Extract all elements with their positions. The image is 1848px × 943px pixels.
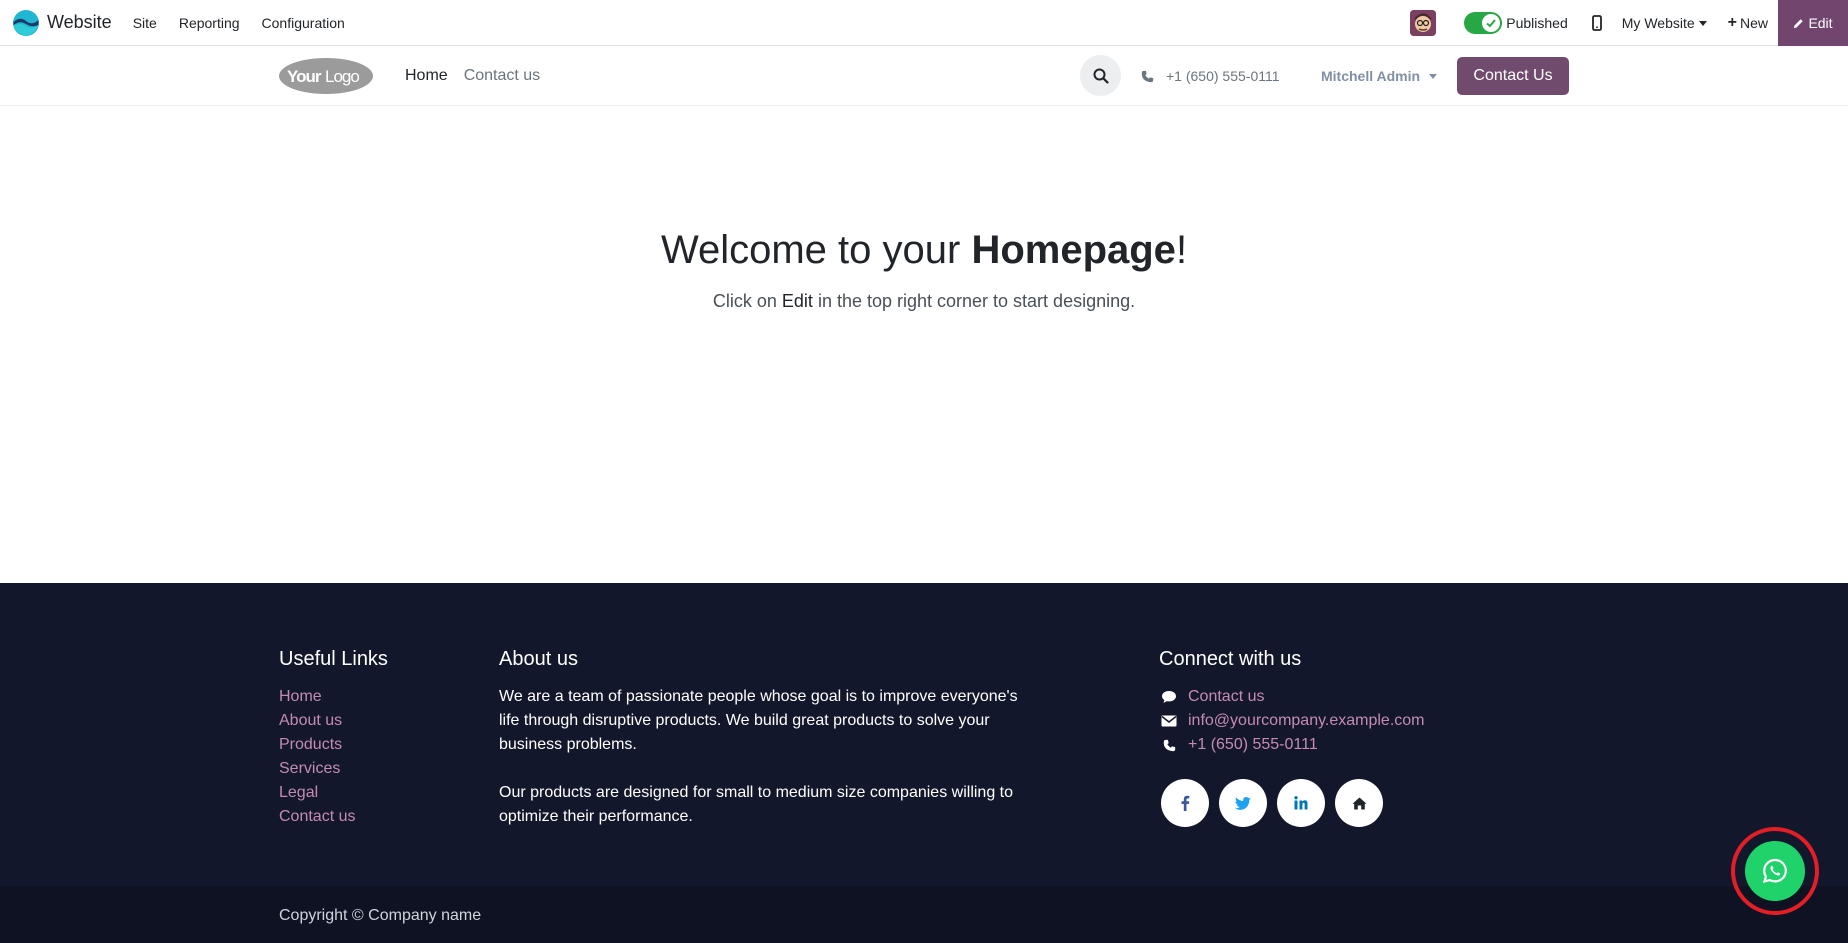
- connect-title: Connect with us: [1159, 648, 1302, 670]
- linkedin-icon: [1294, 796, 1308, 810]
- published-label: Published: [1506, 15, 1568, 31]
- useful-links-title: Useful Links: [279, 648, 388, 670]
- plus-icon: +: [1727, 14, 1737, 31]
- footer-email[interactable]: info@yourcompany.example.com: [1159, 709, 1425, 733]
- app-brand[interactable]: Website: [12, 9, 122, 37]
- admin-menu: Site Reporting Configuration: [122, 0, 356, 46]
- contact-us-button[interactable]: Contact Us: [1457, 57, 1569, 95]
- page-subtitle: Click on Edit in the top right corner to…: [0, 291, 1848, 312]
- edit-label: Edit: [1808, 15, 1833, 31]
- title-prefix: Welcome to your: [660, 228, 972, 272]
- svg-text:Logo: Logo: [325, 67, 359, 86]
- admin-right-tools: Published My Website + New Edit: [1410, 0, 1848, 46]
- sub-prefix: Click on: [712, 291, 782, 311]
- app-name: Website: [47, 12, 112, 32]
- about-paragraph: Our products are designed for small to m…: [499, 784, 1014, 825]
- new-content-button[interactable]: + New: [1728, 14, 1768, 32]
- menu-configuration[interactable]: Configuration: [251, 0, 356, 46]
- site-logo[interactable]: Your Logo: [278, 56, 375, 96]
- edit-button[interactable]: Edit: [1778, 0, 1848, 46]
- user-name: Mitchell Admin: [1321, 68, 1421, 84]
- your-logo-image: Your Logo: [279, 58, 373, 94]
- new-label: New: [1739, 15, 1768, 31]
- whatsapp-highlight-ring: [1731, 827, 1819, 915]
- footer-email-text: info@yourcompany.example.com: [1188, 712, 1425, 729]
- avatar-face-icon: [1410, 10, 1437, 36]
- title-suffix: !: [1175, 228, 1188, 272]
- header-phone[interactable]: +1 (650) 555-0111: [1141, 46, 1280, 106]
- about-title: About us: [499, 648, 578, 670]
- envelope-icon: [1159, 715, 1179, 727]
- check-icon: [1486, 19, 1497, 28]
- main-nav: Home Contact us: [405, 46, 556, 106]
- sub-edit-word: Edit: [781, 291, 813, 311]
- whatsapp-button[interactable]: [1745, 841, 1805, 901]
- mobile-preview-button[interactable]: [1588, 15, 1606, 31]
- phone-icon: [1141, 70, 1154, 82]
- search-icon: [1093, 68, 1109, 84]
- comment-icon: [1159, 690, 1179, 704]
- social-links: [1161, 779, 1425, 827]
- footer-link-contact-us[interactable]: Contact us: [279, 805, 388, 829]
- site-footer: Useful Links Home About us Products Serv…: [0, 583, 1848, 886]
- odoo-admin-bar: Website Site Reporting Configuration Pub…: [0, 0, 1848, 46]
- footer-link-services[interactable]: Services: [279, 757, 388, 781]
- facebook-icon: [1181, 795, 1190, 811]
- publish-toggle[interactable]: Published: [1464, 12, 1568, 34]
- home-icon: [1352, 797, 1366, 809]
- title-bold: Homepage: [971, 228, 1176, 272]
- svg-text:Your: Your: [287, 67, 322, 86]
- twitter-button[interactable]: [1219, 779, 1267, 827]
- footer-useful-links: Useful Links Home About us Products Serv…: [279, 583, 388, 829]
- nav-contact-us[interactable]: Contact us: [464, 67, 540, 85]
- footer-phone-text: +1 (650) 555-0111: [1188, 736, 1318, 753]
- footer-contact-us[interactable]: Contact us: [1159, 685, 1425, 709]
- website-switcher-label: My Website: [1621, 15, 1695, 31]
- linkedin-button[interactable]: [1277, 779, 1325, 827]
- footer-link-home[interactable]: Home: [279, 685, 388, 709]
- footer-contact-us-text: Contact us: [1188, 688, 1265, 705]
- footer-link-legal[interactable]: Legal: [279, 781, 388, 805]
- page-title: Welcome to your Homepage!: [0, 228, 1848, 273]
- chevron-down-icon: [1429, 73, 1438, 79]
- nav-home[interactable]: Home: [405, 67, 448, 85]
- publish-switch[interactable]: [1464, 12, 1503, 34]
- pencil-icon: [1794, 18, 1804, 28]
- menu-site[interactable]: Site: [122, 0, 168, 46]
- sub-suffix: in the top right corner to start designi…: [812, 291, 1136, 311]
- copyright-bar: Copyright © Company name: [0, 886, 1848, 943]
- switch-knob: [1482, 14, 1501, 32]
- about-paragraph: We are a team of passionate people whose…: [499, 688, 1018, 753]
- website-header: Your Logo Home Contact us +1 (650) 555-0…: [0, 46, 1848, 106]
- footer-link-about-us[interactable]: About us: [279, 709, 388, 733]
- home-button[interactable]: [1335, 779, 1383, 827]
- whatsapp-icon: [1762, 858, 1787, 884]
- user-menu[interactable]: Mitchell Admin: [1321, 46, 1438, 106]
- search-button[interactable]: [1080, 55, 1121, 96]
- mobile-icon: [1591, 15, 1602, 31]
- about-text: We are a team of passionate people whose…: [499, 685, 1029, 829]
- chevron-down-icon: [1698, 20, 1707, 26]
- user-avatar[interactable]: [1410, 10, 1437, 36]
- footer-phone[interactable]: +1 (650) 555-0111: [1159, 733, 1425, 757]
- website-switcher[interactable]: My Website: [1622, 15, 1707, 31]
- header-phone-number: +1 (650) 555-0111: [1166, 68, 1280, 84]
- facebook-button[interactable]: [1161, 779, 1209, 827]
- footer-link-products[interactable]: Products: [279, 733, 388, 757]
- footer-about: About us We are a team of passionate peo…: [499, 583, 1029, 829]
- menu-reporting[interactable]: Reporting: [168, 0, 251, 46]
- phone-icon: [1159, 739, 1179, 752]
- twitter-icon: [1235, 796, 1251, 810]
- copyright-text: Copyright © Company name: [279, 907, 482, 924]
- footer-connect: Connect with us Contact us info@yourcomp…: [1159, 583, 1425, 827]
- website-app-icon: [13, 9, 39, 36]
